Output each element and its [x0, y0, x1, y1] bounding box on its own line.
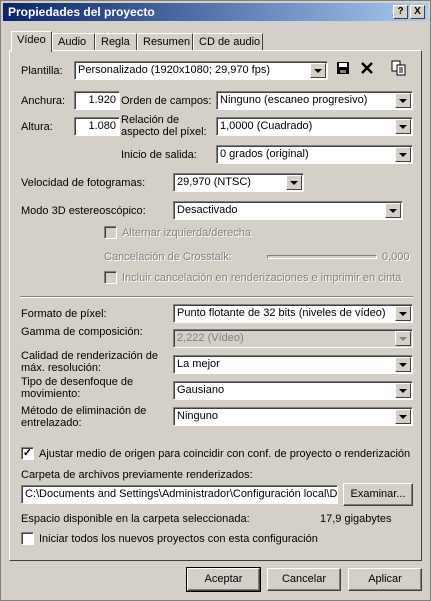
chevron-down-icon [395, 331, 411, 346]
deinterlace-value: Ninguno [177, 410, 218, 422]
project-properties-dialog: Propiedades del proyecto ? X Vídeo Audio… [0, 0, 431, 601]
adjust-source-label: Ajustar medio de origen para coincidir c… [39, 448, 411, 460]
crosstalk-label: Cancelación de Crosstalk: [104, 251, 232, 263]
template-value: Personalizado (1920x1080; 29,970 fps) [78, 64, 271, 76]
prerender-folder-input[interactable]: C:\Documents and Settings\Administrador\… [21, 485, 338, 504]
video-tab-panel: Plantilla: Personalizado (1920x1080; 29,… [9, 50, 422, 561]
browse-button[interactable]: Examinar... [343, 483, 413, 506]
free-space-value: 17,9 gigabytes [320, 513, 392, 525]
swap-lr-label: Alternar izquierda/derecha [122, 227, 252, 239]
chevron-down-icon [395, 119, 411, 134]
stereo3d-label: Modo 3D estereoscópico: [21, 205, 146, 217]
tab-audio-cd[interactable]: CD de audio [193, 33, 263, 51]
start-new-checkbox[interactable] [21, 532, 34, 545]
chevron-down-icon [395, 409, 411, 424]
copy-template-icon[interactable] [390, 60, 408, 78]
chevron-down-icon [395, 306, 411, 321]
tab-summary[interactable]: Resumen [137, 33, 193, 51]
field-order-label: Orden de campos: [121, 95, 212, 107]
stereo3d-dropdown[interactable]: Desactivado [173, 201, 403, 220]
chevron-down-icon [395, 357, 411, 372]
tab-audio[interactable]: Audio [52, 33, 95, 51]
tab-ruler[interactable]: Regla [95, 33, 137, 51]
crosstalk-slider[interactable] [267, 255, 377, 259]
pixel-aspect-label: Relación de aspecto del píxel: [121, 114, 207, 138]
swap-lr-checkbox[interactable] [104, 226, 117, 239]
width-input[interactable]: 1.920 [74, 91, 120, 110]
frame-rate-value: 29,970 (NTSC) [177, 176, 251, 188]
motion-blur-dropdown[interactable]: Gausiano [173, 381, 413, 400]
stereo3d-value: Desactivado [177, 204, 238, 216]
template-label: Plantilla: [21, 65, 63, 77]
height-label: Altura: [21, 121, 53, 133]
help-button[interactable]: ? [393, 5, 408, 19]
prerender-folder-label: Carpeta de archivos previamente renderiz… [21, 469, 253, 481]
motion-blur-label: Tipo de desenfoque de movimiento: [21, 376, 134, 400]
field-order-value: Ninguno (escaneo progresivo) [220, 94, 368, 106]
motion-blur-value: Gausiano [177, 384, 225, 396]
cancel-button[interactable]: Cancelar [267, 568, 341, 591]
crosstalk-value: 0,000 [382, 251, 410, 263]
gamma-dropdown[interactable]: 2,222 (Vídeo) [173, 329, 413, 348]
adjust-source-checkbox[interactable]: ✓ [21, 447, 34, 460]
pixel-aspect-value: 1,0000 (Cuadrado) [220, 120, 313, 132]
chevron-down-icon [286, 175, 302, 190]
output-rotation-value: 0 grados (original) [220, 148, 309, 160]
title-bar: Propiedades del proyecto ? X [3, 3, 428, 21]
chevron-down-icon [395, 147, 411, 162]
pixel-format-value: Punto flotante de 32 bits (niveles de ví… [177, 307, 386, 319]
floppy-disk-icon[interactable] [334, 61, 352, 79]
include-crosstalk-checkbox[interactable] [104, 271, 117, 284]
chevron-down-icon [395, 93, 411, 108]
frame-rate-dropdown[interactable]: 29,970 (NTSC) [173, 173, 304, 192]
window-title: Propiedades del proyecto [8, 5, 155, 19]
width-label: Anchura: [21, 95, 66, 107]
output-rotation-dropdown[interactable]: 0 grados (original) [216, 145, 413, 164]
apply-button[interactable]: Aplicar [348, 568, 422, 591]
gamma-label: Gamma de composición: [21, 326, 143, 338]
chevron-down-icon [310, 63, 326, 78]
delete-x-icon[interactable] [358, 61, 376, 79]
pixel-aspect-dropdown[interactable]: 1,0000 (Cuadrado) [216, 117, 413, 136]
free-space-label: Espacio disponible en la carpeta selecci… [21, 513, 250, 525]
render-quality-label: Calidad de renderización de máx. resoluc… [21, 350, 158, 374]
tab-video[interactable]: Vídeo [11, 31, 52, 52]
output-rotation-label: Inicio de salida: [121, 149, 197, 161]
chevron-down-icon [385, 203, 401, 218]
deinterlace-label: Método de eliminación de entrelazado: [21, 405, 147, 429]
include-crosstalk-label: Incluir cancelación en renderizaciones e… [122, 272, 402, 284]
separator [20, 296, 413, 298]
start-new-label: Iniciar todos los nuevos proyectos con e… [39, 533, 318, 545]
chevron-down-icon [395, 383, 411, 398]
gamma-value: 2,222 (Vídeo) [177, 332, 244, 344]
render-quality-dropdown[interactable]: La mejor [173, 355, 413, 374]
pixel-format-dropdown[interactable]: Punto flotante de 32 bits (niveles de ví… [173, 304, 413, 323]
close-button[interactable]: X [410, 5, 425, 19]
pixel-format-label: Formato de píxel: [21, 308, 107, 320]
ok-button[interactable]: Aceptar [186, 567, 261, 592]
field-order-dropdown[interactable]: Ninguno (escaneo progresivo) [216, 91, 413, 110]
render-quality-value: La mejor [177, 358, 220, 370]
deinterlace-dropdown[interactable]: Ninguno [173, 407, 413, 426]
template-dropdown[interactable]: Personalizado (1920x1080; 29,970 fps) [74, 61, 328, 80]
height-input[interactable]: 1.080 [74, 117, 120, 136]
frame-rate-label: Velocidad de fotogramas: [21, 177, 146, 189]
